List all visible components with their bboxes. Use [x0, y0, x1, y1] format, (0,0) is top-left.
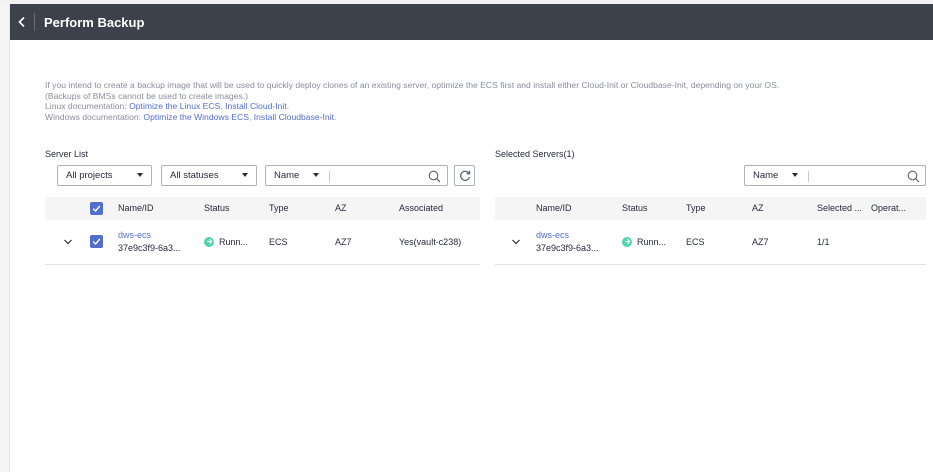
- column-type: Type: [686, 203, 706, 213]
- column-az: AZ: [752, 203, 764, 213]
- selected-search-box: Name: [744, 165, 926, 186]
- column-associated: Associated: [399, 203, 444, 213]
- status-filter-value: All statuses: [170, 170, 219, 181]
- search-field-select[interactable]: Name: [266, 166, 328, 185]
- install-cloudbase-init-link[interactable]: Install Cloudbase-Init: [254, 112, 334, 122]
- page-header: Perform Backup: [10, 4, 933, 40]
- server-status: Runn...: [204, 236, 249, 248]
- selected-search-field-select[interactable]: Name: [745, 166, 807, 185]
- column-operation: Operat...: [871, 203, 907, 213]
- windows-doc-line: Windows documentation: Optimize the Wind…: [45, 112, 925, 123]
- column-type: Type: [269, 203, 289, 213]
- notice-line-1: If you intend to create a backup image t…: [45, 80, 780, 90]
- column-name-id: Name/ID: [118, 203, 154, 213]
- table-row[interactable]: dws-ecs 37e9c3f9-6a3... Runn... ECS AZ7 …: [45, 220, 480, 265]
- windows-doc-prefix: Windows documentation:: [45, 111, 144, 122]
- project-filter-value: All projects: [66, 170, 113, 181]
- checkbox-checked-icon: [92, 238, 101, 246]
- optimize-linux-link[interactable]: Optimize the Linux ECS: [129, 101, 220, 111]
- selected-server-id: 37e9c3f9-6a3...: [536, 243, 599, 253]
- server-status-text: Runn...: [219, 237, 249, 247]
- linux-doc-prefix: Linux documentation:: [45, 101, 130, 112]
- column-selected: Selected ...: [817, 203, 863, 213]
- backup-notice: If you intend to create a backup image t…: [45, 80, 925, 122]
- caret-down-icon: [313, 173, 319, 177]
- windows-doc-end: .: [334, 111, 337, 122]
- table-row[interactable]: dws-ecs 37e9c3f9-6a3... Runn... ECS AZ7 …: [495, 220, 926, 265]
- selected-count: 1/1: [817, 237, 830, 247]
- caret-down-icon: [242, 173, 248, 177]
- running-status-icon: [204, 236, 214, 247]
- row-checkbox[interactable]: [90, 235, 103, 248]
- server-list-title: Server List: [45, 149, 89, 159]
- refresh-button[interactable]: [454, 165, 475, 186]
- selected-table-header: Name/ID Status Type AZ Selected ... Oper…: [495, 197, 926, 220]
- chevron-left-icon: [18, 16, 25, 28]
- server-id: 37e9c3f9-6a3...: [118, 243, 181, 253]
- search-icon[interactable]: [907, 170, 920, 183]
- chevron-down-icon[interactable]: [511, 237, 521, 247]
- page-title: Perform Backup: [44, 14, 145, 30]
- server-name-link[interactable]: dws-ecs: [118, 230, 151, 240]
- caret-down-icon: [137, 173, 143, 177]
- status-filter-dropdown[interactable]: All statuses: [161, 165, 257, 186]
- header-divider: [34, 13, 35, 31]
- selected-server-name-link[interactable]: dws-ecs: [536, 230, 569, 240]
- column-name-id: Name/ID: [536, 203, 572, 213]
- server-search-box: Name: [265, 165, 448, 186]
- selected-search-field-value: Name: [753, 170, 779, 181]
- checkbox-checked-icon: [92, 205, 101, 213]
- selected-server-type: ECS: [686, 237, 705, 247]
- search-icon[interactable]: [428, 170, 441, 183]
- running-status-icon: [622, 236, 632, 247]
- search-divider: [808, 171, 809, 182]
- left-rail: [0, 4, 10, 472]
- select-all-checkbox[interactable]: [90, 202, 103, 215]
- column-az: AZ: [335, 203, 347, 213]
- search-divider: [329, 171, 330, 182]
- search-field-value: Name: [274, 170, 300, 181]
- optimize-windows-link[interactable]: Optimize the Windows ECS: [143, 112, 249, 122]
- server-search-input[interactable]: [334, 168, 424, 183]
- server-table-header: Name/ID Status Type AZ Associated: [45, 197, 480, 220]
- server-type: ECS: [269, 237, 288, 247]
- column-status: Status: [204, 203, 230, 213]
- notice-line-2: (Backups of BMSs cannot be used to creat…: [45, 90, 249, 101]
- project-filter-dropdown[interactable]: All projects: [57, 165, 152, 186]
- refresh-icon: [459, 170, 470, 181]
- selected-server-az: AZ7: [752, 237, 769, 247]
- server-associated: Yes(vault-c238): [399, 237, 462, 247]
- chevron-down-icon[interactable]: [63, 237, 73, 247]
- install-cloud-init-link[interactable]: Install Cloud-Init: [225, 101, 287, 111]
- column-status: Status: [622, 203, 648, 213]
- linux-doc-end: .: [286, 101, 290, 112]
- selected-server-status-text: Runn...: [637, 237, 667, 247]
- selected-servers-title: Selected Servers(1): [495, 149, 575, 159]
- caret-down-icon: [792, 173, 798, 177]
- linux-doc-line: Linux documentation: Optimize the Linux …: [45, 101, 925, 112]
- back-button[interactable]: [10, 4, 34, 40]
- selected-server-status: Runn...: [622, 236, 667, 248]
- server-az: AZ7: [335, 237, 352, 247]
- selected-search-input[interactable]: [813, 168, 903, 183]
